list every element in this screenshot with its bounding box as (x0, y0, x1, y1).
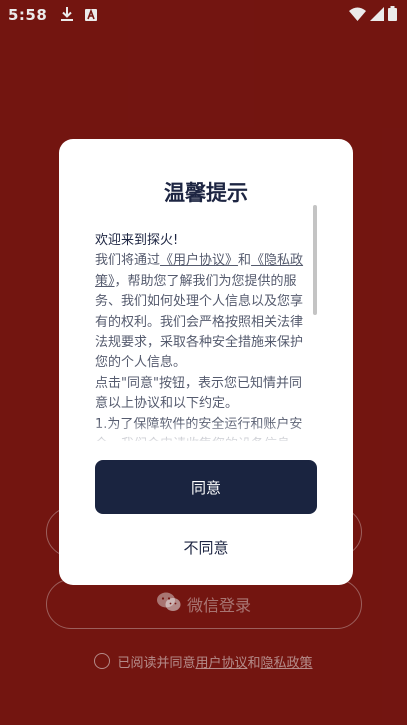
dialog-title: 温馨提示 (164, 181, 248, 205)
p1-text-after: ，帮助您了解我们为您提供的服务、我们如何处理个人信息以及您享有的权利。我们会严格… (95, 273, 304, 371)
dialog-paragraph-2: 点击"同意"按钮，表示您已知情并同意以上协议和以下约定。 (95, 375, 302, 412)
disagree-button[interactable]: 不同意 (95, 529, 317, 565)
privacy-dialog: 温馨提示 欢迎来到探火! 我们将通过《用户协议》和《隐私政策》，帮助您了解我们为… (59, 139, 353, 585)
dialog-body[interactable]: 欢迎来到探火! 我们将通过《用户协议》和《隐私政策》，帮助您了解我们为您提供的服… (95, 231, 313, 441)
dialog-greeting: 欢迎来到探火! (95, 233, 179, 248)
dialog-paragraph-1: 我们将通过《用户协议》和《隐私政策》，帮助您了解我们为您提供的服务、我们如何处理… (95, 251, 313, 373)
dialog-scrollbar[interactable] (313, 205, 317, 315)
p1-and: 和 (238, 253, 252, 269)
dialog-fade (89, 421, 317, 445)
p1-text-before: 我们将通过 (95, 253, 161, 269)
user-agreement-doc-link[interactable]: 《用户协议》 (160, 253, 238, 268)
agree-button[interactable]: 同意 (95, 460, 317, 514)
